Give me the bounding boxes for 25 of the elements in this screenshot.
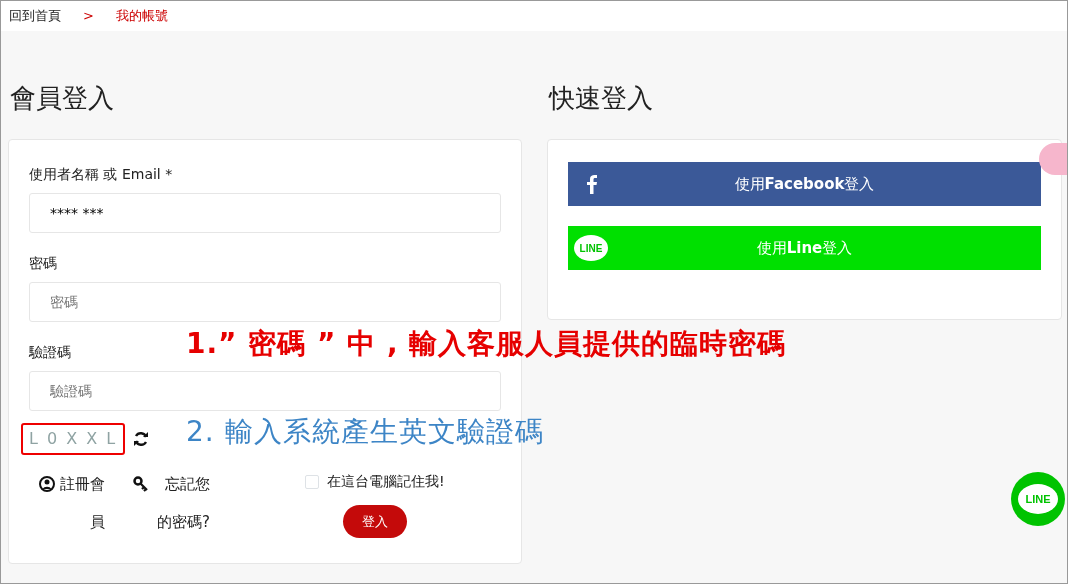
login-button[interactable]: 登入 [342, 505, 407, 539]
forgot-password-link[interactable]: 忘記您的密碼? [155, 465, 210, 542]
checkbox[interactable] [305, 474, 319, 489]
remember-me-label: 在這台電腦記住我! [327, 472, 445, 492]
facebook-login-button[interactable]: 使用Facebook登入 [568, 162, 1041, 207]
field-label: 驗證碼 [29, 343, 71, 363]
user-icon [39, 476, 55, 493]
key-icon [133, 476, 149, 493]
facebook-icon [586, 174, 598, 195]
field-label: 使用者名稱 或 Email * [29, 165, 173, 185]
breadcrumb-link[interactable]: 我的帳號 [115, 6, 168, 26]
input-field[interactable]: **** *** [29, 193, 501, 234]
input-field[interactable]: 密碼 [29, 282, 501, 323]
refresh-icon[interactable] [133, 431, 150, 448]
line-logo: LINE [574, 235, 608, 262]
breadcrumb-separator: > [83, 7, 94, 26]
annotation-text: 2. 輸入系統產生英文驗證碼 [186, 414, 544, 450]
input-field[interactable]: 驗證碼 [29, 371, 501, 412]
captcha-image: L 0 X X L [21, 423, 126, 456]
page-heading: 會員登入 [10, 83, 115, 115]
field-label: 密碼 [29, 254, 57, 274]
register-link[interactable]: 註冊會員 [55, 465, 105, 542]
breadcrumb-link[interactable]: 回到首頁 [9, 6, 61, 26]
page-heading: 快速登入 [549, 83, 654, 115]
annotation-text: 1.” 密碼 ” 中 , 輸入客服人員提供的臨時密碼 [186, 330, 787, 358]
